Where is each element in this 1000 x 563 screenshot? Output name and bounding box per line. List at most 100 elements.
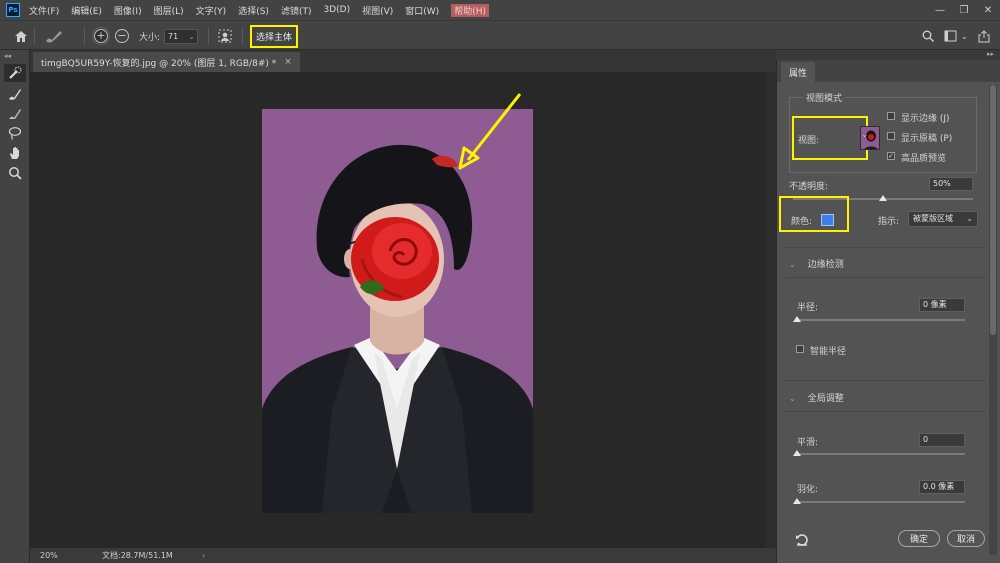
radius-slider[interactable]: [797, 319, 965, 321]
frame-icon[interactable]: [944, 21, 957, 51]
panel-header-strip: [776, 50, 1000, 60]
opacity-input[interactable]: 50%: [929, 177, 973, 191]
cancel-button[interactable]: 取消: [947, 530, 985, 547]
hq-preview-checkbox[interactable]: ✓: [887, 152, 895, 160]
size-input[interactable]: 71 ⌄: [164, 28, 198, 44]
opacity-label: 不透明度:: [789, 182, 829, 192]
smooth-label: 平滑:: [797, 438, 819, 448]
canvas-area[interactable]: [30, 72, 776, 548]
smart-radius-label: 智能半径: [810, 347, 847, 357]
photoshop-window: Ps 文件(F) 编辑(E) 图像(I) 图层(L) 文字(Y) 选择(S) 滤…: [0, 0, 1000, 563]
edge-detection-header[interactable]: ⌄ 边缘检测: [789, 257, 844, 270]
document-tab-title: timgBQ5UR59Y-恢复的.jpg @ 20% (图层 1, RGB/8#…: [41, 58, 277, 69]
zoom-icon[interactable]: [4, 164, 26, 182]
mask-color-swatch[interactable]: [821, 214, 834, 226]
radius-slider-thumb[interactable]: [793, 316, 801, 322]
panel-scroll-thumb[interactable]: [990, 85, 996, 335]
canvas-scrollbar[interactable]: [766, 72, 776, 548]
smooth-slider-thumb[interactable]: [793, 450, 801, 456]
menu-window[interactable]: 窗口(W): [405, 4, 439, 17]
brush-icon[interactable]: [4, 104, 26, 122]
menu-3d[interactable]: 3D(D): [323, 5, 350, 15]
view-mode-legend: 视图模式: [803, 91, 846, 104]
annotation-arrow-icon: [458, 93, 522, 170]
menu-edit[interactable]: 编辑(E): [71, 4, 102, 17]
properties-panel: 属性 视图模式 视图: ⌄ 显示边缘 (J) 显示原稿 (P) ✓ 高品质预览 …: [776, 60, 1000, 563]
home-icon[interactable]: [14, 21, 28, 51]
feather-slider[interactable]: [797, 501, 965, 503]
maximize-icon[interactable]: ❐: [952, 0, 976, 20]
refine-brush-icon[interactable]: [4, 84, 26, 102]
workspace-icon[interactable]: ⌄: [961, 21, 968, 51]
options-bar: + − 大小: 71 ⌄ 选择主体 ⌄: [0, 20, 1000, 50]
minus-circle-icon[interactable]: −: [115, 29, 129, 43]
radius-input[interactable]: 0 像素: [919, 298, 965, 312]
feather-slider-thumb[interactable]: [793, 498, 801, 504]
panel-tab-bar: 属性: [777, 60, 1000, 82]
collapse-arrows-icon[interactable]: ◂◂: [4, 52, 29, 60]
ok-button[interactable]: 确定: [898, 530, 940, 547]
panel-collapse-icon[interactable]: ▸▸: [987, 50, 994, 58]
show-original-checkbox[interactable]: [887, 132, 895, 140]
share-icon[interactable]: [978, 21, 990, 51]
document-tab-bar: timgBQ5UR59Y-恢复的.jpg @ 20% (图层 1, RGB/8#…: [30, 50, 776, 72]
feather-input[interactable]: 0.0 像素: [919, 480, 965, 494]
lasso-icon[interactable]: [4, 124, 26, 142]
global-refine-header[interactable]: ⌄ 全局调整: [789, 391, 844, 404]
hq-preview-label: 高品质预览: [901, 154, 947, 164]
show-original-label: 显示原稿 (P): [901, 134, 953, 144]
view-dropdown-icon[interactable]: ⌄: [861, 130, 869, 140]
indicate-select[interactable]: 被蒙版区域 ⌄: [908, 211, 978, 227]
menu-type[interactable]: 文字(Y): [196, 4, 227, 17]
refine-edge-icon[interactable]: [218, 21, 232, 51]
color-label: 颜色:: [791, 217, 813, 227]
indicate-value: 被蒙版区域: [913, 214, 953, 223]
color-highlight-box: [779, 196, 849, 232]
menu-bar: Ps 文件(F) 编辑(E) 图像(I) 图层(L) 文字(Y) 选择(S) 滤…: [0, 0, 1000, 20]
smart-radius-checkbox[interactable]: [796, 345, 804, 353]
chevron-down-icon: ⌄: [789, 394, 796, 403]
menu-view[interactable]: 视图(V): [362, 4, 393, 17]
document-tab[interactable]: timgBQ5UR59Y-恢复的.jpg @ 20% (图层 1, RGB/8#…: [33, 52, 300, 72]
chevron-down-icon: ⌄: [966, 214, 973, 223]
panel-scrollbar[interactable]: [989, 85, 997, 555]
opacity-slider-thumb[interactable]: [879, 195, 887, 201]
zoom-level[interactable]: 20%: [40, 551, 70, 560]
close-icon[interactable]: ✕: [976, 0, 1000, 20]
menu-layer[interactable]: 图层(L): [154, 4, 184, 17]
edge-detection-title: 边缘检测: [807, 260, 844, 270]
size-value: 71: [168, 31, 179, 41]
tab-close-icon[interactable]: ×: [284, 57, 292, 67]
menu-select[interactable]: 选择(S): [238, 4, 269, 17]
radius-label: 半径:: [797, 303, 819, 313]
quick-selection-icon[interactable]: [4, 64, 26, 82]
chevron-down-icon: ⌄: [789, 260, 796, 269]
smooth-slider[interactable]: [797, 453, 965, 455]
tab-properties[interactable]: 属性: [781, 62, 816, 82]
reset-icon[interactable]: [795, 533, 809, 549]
show-edge-label: 显示边缘 (J): [901, 114, 950, 124]
global-refine-title: 全局调整: [807, 394, 844, 404]
menu-image[interactable]: 图像(I): [114, 4, 142, 17]
minimize-icon[interactable]: —: [928, 0, 952, 20]
hand-icon[interactable]: [4, 144, 26, 162]
menu-file[interactable]: 文件(F): [29, 4, 59, 17]
show-edge-checkbox[interactable]: [887, 112, 895, 120]
view-label: 视图:: [798, 136, 820, 146]
search-icon[interactable]: [922, 21, 934, 51]
menu-filter[interactable]: 滤镜(T): [281, 4, 312, 17]
status-menu-icon[interactable]: ›: [202, 551, 205, 560]
tools-panel: ◂◂: [0, 50, 30, 563]
brush-tool-icon[interactable]: [44, 21, 64, 51]
indicate-label: 指示:: [878, 217, 900, 227]
document-size: 文档:28.7M/51.1M: [102, 551, 173, 560]
window-controls: — ❐ ✕: [928, 0, 1000, 20]
size-label: 大小:: [139, 32, 161, 43]
feather-label: 羽化:: [797, 485, 819, 495]
smooth-input[interactable]: 0: [919, 433, 965, 447]
status-bar: 20% 文档:28.7M/51.1M ›: [30, 548, 776, 563]
ps-logo: Ps: [6, 3, 20, 17]
select-subject-button[interactable]: 选择主体: [250, 24, 299, 48]
plus-circle-icon[interactable]: +: [92, 27, 110, 45]
menu-help[interactable]: 帮助(H): [451, 3, 489, 17]
